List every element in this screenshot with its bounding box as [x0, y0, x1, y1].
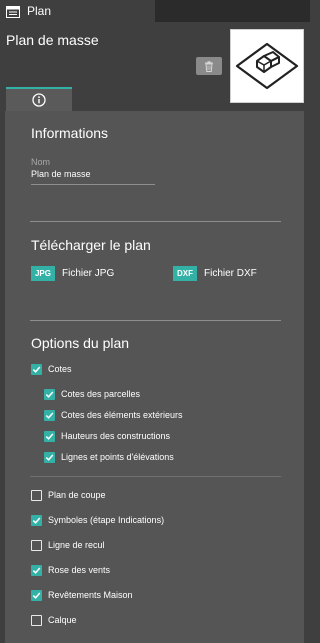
option-calque[interactable]: Calque [31, 613, 77, 627]
check-icon [32, 517, 41, 524]
window-icon [6, 5, 20, 18]
check-icon [32, 366, 41, 373]
check-icon [45, 433, 54, 440]
option-symboles[interactable]: Symboles (étape Indications) [31, 513, 164, 527]
dxf-badge: DXF [173, 266, 197, 281]
checkbox[interactable] [31, 589, 42, 601]
checkbox[interactable] [44, 409, 55, 421]
option-label: Hauteurs des constructions [61, 431, 171, 441]
checkbox[interactable] [31, 514, 42, 526]
checkbox[interactable] [31, 363, 42, 375]
check-icon [45, 454, 54, 461]
tab-plan[interactable]: Plan [0, 0, 155, 22]
download-jpg-label: Fichier JPG [62, 268, 115, 279]
option-label: Revêtements Maison [48, 590, 133, 600]
option-label: Symboles (étape Indications) [48, 515, 165, 525]
option-label: Calque [48, 615, 77, 625]
checkbox[interactable] [44, 451, 55, 463]
option-label: Plan de coupe [48, 490, 106, 500]
option-label: Ligne de recul [48, 540, 105, 550]
option-label: Rose des vents [48, 565, 111, 575]
options-divider [30, 476, 281, 477]
checkbox[interactable] [31, 539, 42, 551]
option-label: Lignes et points d'élévations [61, 452, 174, 462]
option-label: Cotes [48, 364, 72, 374]
trash-icon [205, 60, 213, 72]
delete-button[interactable] [196, 57, 222, 75]
option-cotes-elements-exterieurs[interactable]: Cotes des éléments extérieurs [44, 408, 183, 422]
option-rose-des-vents[interactable]: Rose des vents [31, 563, 110, 577]
checkbox[interactable] [44, 430, 55, 442]
check-icon [32, 567, 41, 574]
option-label: Cotes des éléments extérieurs [61, 410, 183, 420]
section-divider [30, 320, 281, 321]
option-ligne-de-recul[interactable]: Ligne de recul [31, 538, 105, 552]
checkbox[interactable] [44, 388, 55, 400]
option-cotes[interactable]: Cotes [31, 362, 72, 376]
tab-informations[interactable] [6, 87, 72, 111]
check-icon [32, 592, 41, 599]
option-plan-de-coupe[interactable]: Plan de coupe [31, 488, 106, 502]
name-field[interactable]: Plan de masse [31, 169, 155, 185]
section-divider [30, 221, 281, 222]
option-revetements-maison[interactable]: Revêtements Maison [31, 588, 133, 602]
checkbox[interactable] [31, 489, 42, 501]
house-plot-icon [235, 42, 299, 90]
download-dxf-button[interactable]: DXF Fichier DXF [173, 266, 257, 281]
download-jpg-button[interactable]: JPG Fichier JPG [31, 266, 114, 281]
checkbox[interactable] [31, 614, 42, 626]
option-hauteurs-constructions[interactable]: Hauteurs des constructions [44, 429, 170, 443]
option-cotes-parcelles[interactable]: Cotes des parcelles [44, 387, 140, 401]
info-icon [32, 93, 46, 107]
option-lignes-points-elevations[interactable]: Lignes et points d'élévations [44, 450, 174, 464]
tab-plan-label: Plan [27, 4, 52, 18]
page-title: Plan de masse [6, 32, 99, 48]
jpg-badge: JPG [31, 266, 55, 281]
check-icon [45, 391, 54, 398]
check-icon [45, 412, 54, 419]
informations-title: Informations [31, 125, 109, 141]
download-dxf-label: Fichier DXF [204, 268, 257, 279]
download-title: Télécharger le plan [31, 237, 151, 253]
name-label: Nom [31, 157, 51, 167]
plan-panel: Informations Nom Plan de masse Télécharg… [5, 111, 304, 643]
plan-thumbnail[interactable] [230, 29, 304, 103]
option-label: Cotes des parcelles [61, 389, 141, 399]
options-title: Options du plan [31, 335, 130, 351]
title-bar: Plan [0, 0, 310, 22]
checkbox[interactable] [31, 564, 42, 576]
